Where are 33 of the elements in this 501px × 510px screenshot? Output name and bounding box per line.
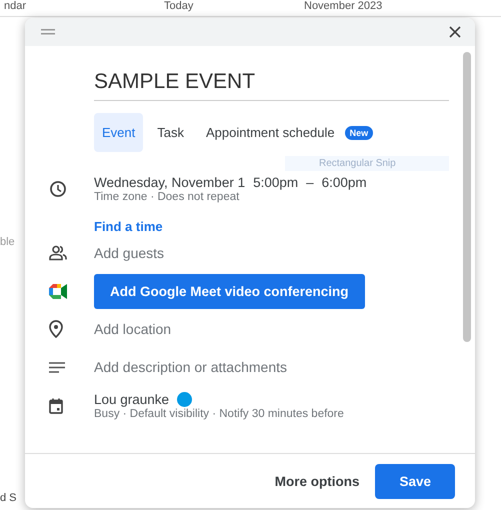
calendar-header-text: ndar xyxy=(4,0,28,13)
video-camera-icon xyxy=(49,284,67,298)
dash-text: – xyxy=(306,175,314,190)
location-pin-icon xyxy=(49,320,63,338)
clock-icon xyxy=(49,180,67,198)
end-time-text[interactable]: 6:00pm xyxy=(322,175,367,190)
people-icon xyxy=(49,245,67,261)
title-field[interactable]: SAMPLE EVENT xyxy=(94,60,449,101)
more-options-button[interactable]: More options xyxy=(274,464,360,498)
calendar-owner-text[interactable]: Lou graunke xyxy=(94,392,170,407)
event-type-tab[interactable]: Task xyxy=(149,113,192,152)
close-icon xyxy=(449,26,461,38)
new-badge: New xyxy=(344,126,374,140)
timezone-repeat-text[interactable]: Time zone · Does not repeat xyxy=(94,191,367,203)
save-button[interactable]: Save xyxy=(375,464,455,498)
start-time-text[interactable]: 5:00pm xyxy=(253,175,298,190)
add-field[interactable]: Add location xyxy=(94,321,172,337)
find-a-time-link[interactable]: Find a time xyxy=(94,219,163,234)
date-text[interactable]: Wednesday, November 1 xyxy=(94,175,246,190)
calendar-icon xyxy=(49,398,63,414)
background-text: ble xyxy=(0,236,15,248)
calendar-header-text: Today xyxy=(164,0,194,13)
text-lines-icon xyxy=(49,362,65,372)
background-text: d S xyxy=(0,492,17,504)
snip-tooltip: Rectangular Snip xyxy=(285,156,449,171)
add-field[interactable]: Add description or attachments xyxy=(94,359,287,375)
add-meet-button[interactable]: Add Google Meet video conferencing xyxy=(94,274,365,308)
drag-handle-icon[interactable] xyxy=(41,29,55,35)
add-field[interactable]: Add guests xyxy=(94,245,164,261)
event-type-tab[interactable]: Event xyxy=(94,113,144,152)
availability-text[interactable]: Busy · Default visibility · Notify 30 minutes before xyxy=(94,408,344,420)
calendar-header-text: November 2023 xyxy=(304,0,382,13)
event-type-tab[interactable]: Appointment schedule xyxy=(198,113,343,152)
